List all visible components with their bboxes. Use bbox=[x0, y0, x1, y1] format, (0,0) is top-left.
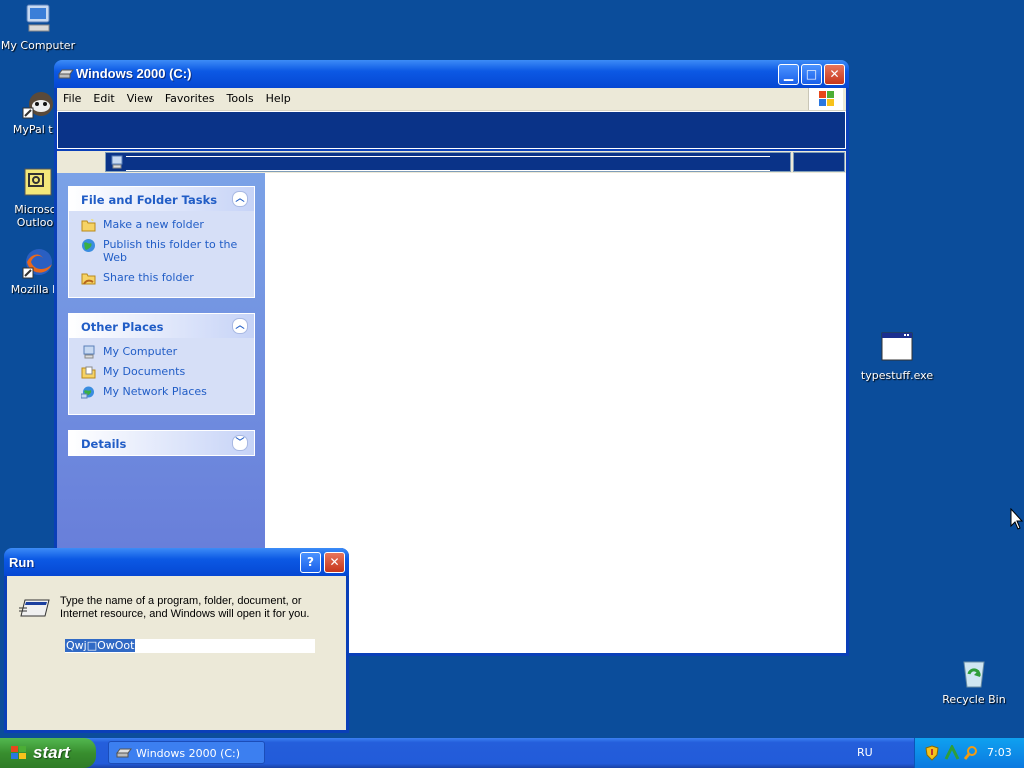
start-label: start bbox=[33, 743, 70, 762]
desktop-icon-label: My Computer bbox=[0, 39, 76, 52]
close-button[interactable]: ✕ bbox=[824, 64, 845, 85]
close-icon: ✕ bbox=[829, 67, 840, 81]
expand-chevron-icon[interactable]: ﹀ bbox=[232, 435, 248, 451]
network-icon bbox=[80, 385, 96, 399]
place-my-network-places[interactable]: My Network Places bbox=[69, 385, 254, 399]
clock[interactable]: 7:03 bbox=[987, 746, 1012, 759]
run-input-selected-text: Qwj□OwOot bbox=[65, 639, 136, 652]
other-places-header[interactable]: Other Places ︿ bbox=[69, 314, 254, 338]
network-tray-icon[interactable] bbox=[944, 743, 960, 764]
collapse-chevron-icon[interactable]: ︿ bbox=[232, 191, 248, 207]
help-button[interactable]: ? bbox=[300, 552, 321, 573]
desktop-icon-my-computer[interactable]: My Computer bbox=[0, 2, 76, 52]
menu-tools[interactable]: Tools bbox=[221, 88, 260, 105]
security-shield-icon[interactable] bbox=[925, 745, 939, 764]
file-folder-tasks-header[interactable]: File and Folder Tasks ︿ bbox=[69, 187, 254, 211]
firefox-icon bbox=[21, 246, 55, 280]
search-tray-icon[interactable] bbox=[963, 745, 979, 764]
collapse-chevron-icon[interactable]: ︿ bbox=[232, 318, 248, 334]
close-icon: ✕ bbox=[329, 555, 340, 569]
application-window-icon bbox=[880, 332, 914, 366]
address-bar bbox=[57, 151, 846, 173]
details-panel: Details ﹀ bbox=[68, 430, 255, 456]
taskbar: start Windows 2000 (C:) RU 7:03 bbox=[0, 738, 1024, 768]
documents-folder-icon bbox=[81, 365, 96, 379]
share-folder-icon bbox=[81, 271, 96, 285]
drive-icon bbox=[116, 747, 132, 762]
desktop-icon-recycle-bin[interactable]: Recycle Bin bbox=[936, 656, 1012, 706]
address-highlight bbox=[126, 156, 770, 171]
panel-title: Details bbox=[81, 437, 127, 451]
run-body: Type the name of a program, folder, docu… bbox=[7, 576, 346, 730]
menu-view[interactable]: View bbox=[121, 88, 159, 105]
raccoon-icon bbox=[21, 86, 55, 120]
system-tray: 7:03 bbox=[914, 738, 1024, 768]
globe-icon bbox=[81, 238, 96, 252]
language-indicator[interactable]: RU bbox=[857, 746, 873, 759]
run-dialog[interactable]: Run ? ✕ Type the name of a program, fold… bbox=[4, 548, 349, 733]
question-icon: ? bbox=[307, 555, 314, 569]
minimize-button[interactable]: ▁ bbox=[778, 64, 799, 85]
windows-flag-icon bbox=[10, 745, 28, 766]
recycle-bin-icon bbox=[957, 656, 991, 690]
menu-edit[interactable]: Edit bbox=[87, 88, 120, 105]
run-program-icon bbox=[19, 596, 51, 623]
desktop-icon-label: Microsc Outloo bbox=[14, 203, 56, 229]
run-titlebar[interactable]: Run ? ✕ bbox=[4, 548, 349, 576]
menu-bar: File Edit View Favorites Tools Help bbox=[57, 88, 846, 111]
close-button[interactable]: ✕ bbox=[324, 552, 345, 573]
outlook-icon bbox=[21, 166, 55, 200]
start-button[interactable]: start bbox=[0, 738, 96, 768]
drive-icon bbox=[58, 68, 74, 83]
place-my-documents[interactable]: My Documents bbox=[69, 365, 254, 379]
windows-flag-icon bbox=[808, 88, 843, 110]
task-share-folder[interactable]: Share this folder bbox=[69, 271, 254, 285]
file-list-area[interactable] bbox=[265, 173, 846, 653]
maximize-button[interactable]: □ bbox=[801, 64, 822, 85]
window-title: Windows 2000 (C:) bbox=[76, 66, 192, 81]
place-my-computer[interactable]: My Computer bbox=[69, 345, 254, 359]
menu-file[interactable]: File bbox=[57, 88, 87, 105]
menu-help[interactable]: Help bbox=[260, 88, 297, 105]
taskbar-button-label: Windows 2000 (C:) bbox=[136, 747, 241, 760]
other-places-panel: Other Places ︿ My Computer My Documents … bbox=[68, 313, 255, 415]
address-input[interactable] bbox=[105, 152, 791, 172]
taskbar-button-explorer[interactable]: Windows 2000 (C:) bbox=[108, 741, 265, 764]
desktop-icon-label: Recycle Bin bbox=[942, 693, 1006, 706]
computer-icon bbox=[21, 2, 55, 36]
panel-title: File and Folder Tasks bbox=[81, 193, 218, 207]
explorer-titlebar[interactable]: Windows 2000 (C:) ▁ □ ✕ bbox=[54, 60, 849, 88]
run-open-input[interactable]: Qwj□OwOot bbox=[65, 639, 315, 653]
computer-icon bbox=[81, 345, 96, 359]
run-title: Run bbox=[9, 555, 35, 570]
menu-favorites[interactable]: Favorites bbox=[159, 88, 221, 105]
run-prompt: Type the name of a program, folder, docu… bbox=[60, 595, 310, 620]
standard-toolbar bbox=[57, 111, 846, 149]
new-folder-icon bbox=[81, 218, 96, 232]
panel-title: Other Places bbox=[81, 320, 164, 334]
details-header[interactable]: Details ﹀ bbox=[69, 431, 254, 455]
task-publish-folder[interactable]: Publish this folder to the Web bbox=[69, 238, 254, 264]
mouse-cursor-icon bbox=[1010, 507, 1024, 533]
desktop-icon-label: typestuff.exe bbox=[860, 369, 934, 382]
minimize-icon: ▁ bbox=[783, 67, 794, 81]
task-make-new-folder[interactable]: Make a new folder bbox=[69, 218, 254, 232]
maximize-icon: □ bbox=[805, 67, 818, 81]
file-folder-tasks-panel: File and Folder Tasks ︿ Make a new folde… bbox=[68, 186, 255, 298]
address-go-button[interactable] bbox=[793, 152, 845, 172]
address-computer-icon bbox=[110, 155, 124, 172]
desktop-icon-typestuff[interactable]: typestuff.exe bbox=[859, 332, 935, 382]
